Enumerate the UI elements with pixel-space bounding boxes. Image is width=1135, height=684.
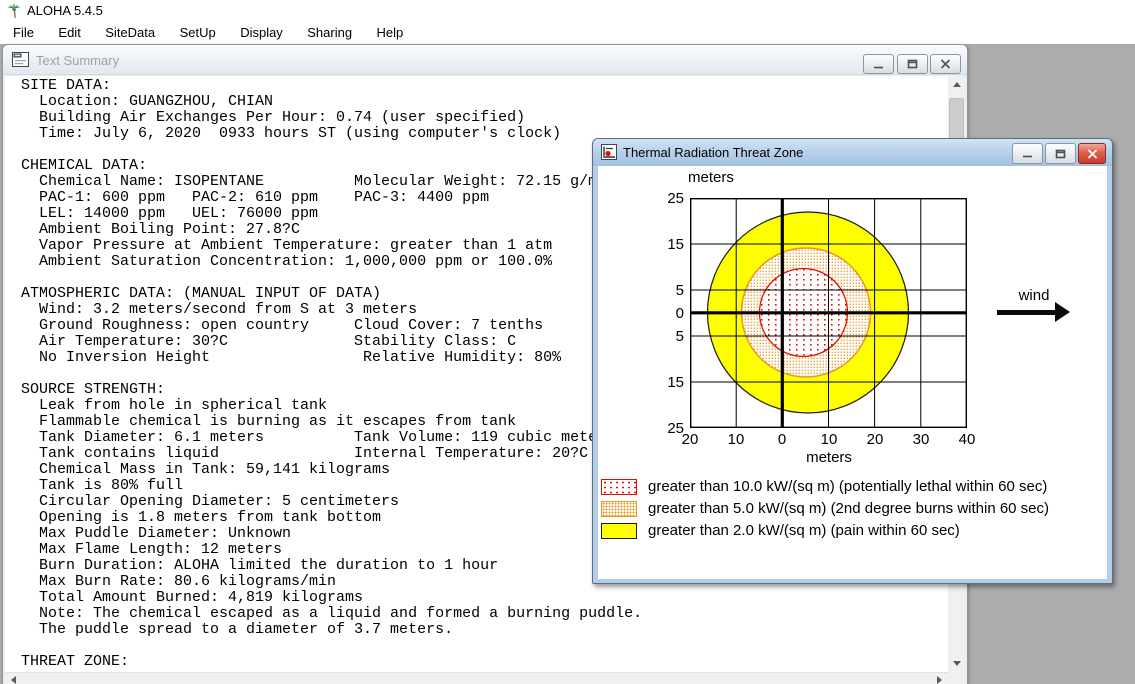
menu-display[interactable]: Display [230,22,293,44]
menu-help[interactable]: Help [367,22,414,44]
y-tick: 15 [667,236,684,253]
text-summary-titlebar[interactable]: Text Summary [3,45,967,75]
thermal-restore-button[interactable] [1045,143,1076,164]
x-tick: 0 [777,431,787,448]
scroll-left-arrow-icon[interactable] [5,673,22,684]
legend-swatch-burns-orange-stipple [601,501,637,517]
legend-label-lethal: greater than 10.0 kW/(sq m) (potentially… [648,478,1048,495]
text-summary-minimize-button[interactable] [863,54,894,74]
wind-arrowhead-icon [1055,302,1070,322]
thermal-radiation-titlebar[interactable]: Thermal Radiation Threat Zone [593,139,1112,166]
y-tick: 5 [675,282,684,299]
menu-sitedata[interactable]: SiteData [95,22,165,44]
thermal-radiation-window: Thermal Radiation Threat Zone meters 25 … [592,138,1113,584]
legend-label-burns: greater than 5.0 kW/(sq m) (2nd degree b… [648,500,1050,517]
scroll-up-arrow-icon[interactable] [948,76,965,93]
x-tick: 20 [866,431,884,448]
x-tick: 20 [681,431,699,448]
x-tick: 10 [820,431,838,448]
wind-label: wind [1018,287,1050,304]
text-summary-document-icon [12,52,29,67]
horizontal-scrollbar[interactable] [5,672,948,684]
y-axis-title: meters [688,169,734,186]
x-tick: 30 [912,431,930,448]
threat-zone-plot [690,198,967,428]
thermal-radiation-title: Thermal Radiation Threat Zone [623,145,804,160]
scroll-right-arrow-icon[interactable] [931,673,948,684]
wind-arrow-icon [997,310,1055,315]
desktop: ALOHA 5.4.5 File Edit SiteData SetUp Dis… [0,0,1135,684]
x-tick: 40 [958,431,976,448]
threat-zone-chart-icon [601,144,617,160]
menu-edit[interactable]: Edit [48,22,90,44]
menu-setup[interactable]: SetUp [170,22,226,44]
y-tick: 5 [675,328,684,345]
y-tick: 0 [675,305,684,322]
legend-swatch-lethal-red-dots [601,479,637,495]
text-summary-close-button[interactable] [930,54,961,74]
text-summary-restore-button[interactable] [897,54,928,74]
app-titlebar[interactable]: ALOHA 5.4.5 [0,0,1135,22]
menu-bar: File Edit SiteData SetUp Display Sharing… [0,22,1135,44]
x-axis-title: meters [806,449,852,466]
legend-label-pain: greater than 2.0 kW/(sq m) (pain within … [648,522,960,539]
y-tick: 15 [667,374,684,391]
menu-sharing[interactable]: Sharing [297,22,362,44]
app-title: ALOHA 5.4.5 [27,3,103,18]
threat-zone-plot-area: meters 25 15 5 0 5 15 25 20 10 0 10 20 3… [598,166,1107,579]
thermal-minimize-button[interactable] [1012,143,1043,164]
scroll-down-arrow-icon[interactable] [948,655,965,672]
text-summary-title: Text Summary [36,53,120,68]
x-tick: 10 [727,431,745,448]
y-tick: 25 [667,190,684,207]
legend-swatch-pain-yellow [601,523,637,539]
thermal-close-button[interactable] [1078,143,1106,164]
menu-file[interactable]: File [3,22,44,44]
aloha-palm-tree-icon [7,3,21,18]
scrollbar-corner [948,672,965,684]
